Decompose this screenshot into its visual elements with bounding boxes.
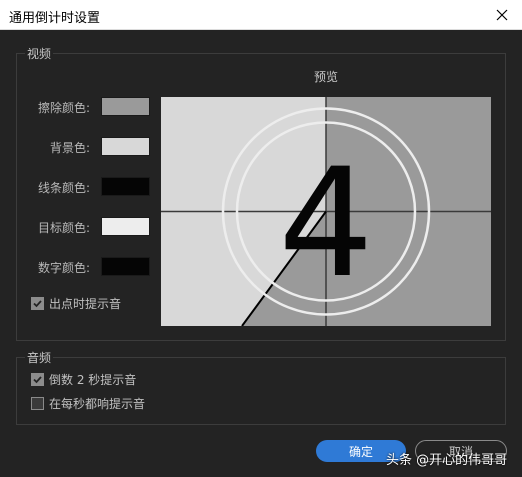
wipe-color-label: 擦除颜色:: [37, 101, 90, 115]
close-icon: [496, 9, 508, 21]
background-color-swatch[interactable]: [101, 137, 150, 156]
target-color-label: 目标颜色:: [37, 221, 90, 235]
line-color-swatch[interactable]: [101, 177, 150, 196]
number-color-swatch[interactable]: [101, 257, 150, 276]
line-color-label: 线条颜色:: [37, 181, 90, 195]
video-group-label: 视频: [25, 45, 54, 62]
window-title: 通用倒计时设置: [9, 11, 101, 26]
target-color-swatch[interactable]: [101, 217, 150, 236]
checkbox-label: 倒数 2 秒提示音: [49, 373, 137, 387]
preview-digit: 4: [278, 137, 373, 311]
background-color-label: 背景色:: [49, 141, 90, 155]
audio-group-label: 音频: [25, 349, 54, 366]
countdown-2-sec-cue-checkbox[interactable]: 倒数 2 秒提示音: [31, 371, 136, 388]
checkbox-box[interactable]: [31, 373, 44, 386]
close-button[interactable]: [482, 0, 522, 30]
audio-group: [16, 357, 506, 425]
checkbox-label: 出点时提示音: [49, 297, 122, 311]
checkmark-icon: [33, 376, 42, 384]
wipe-color-swatch[interactable]: [101, 97, 150, 116]
cue-at-out-point-checkbox[interactable]: 出点时提示音: [31, 295, 121, 312]
checkbox-label: 在每秒都响提示音: [49, 397, 146, 411]
checkbox-box[interactable]: [31, 297, 44, 310]
title-bar: 通用倒计时设置: [0, 0, 522, 30]
preview-label: 预览: [313, 70, 338, 84]
beep-every-second-checkbox[interactable]: 在每秒都响提示音: [31, 395, 145, 412]
checkmark-icon: [33, 300, 42, 308]
watermark-text: 头条 @开心的伟哥哥: [386, 453, 508, 468]
checkbox-box[interactable]: [31, 397, 44, 410]
number-color-label: 数字颜色:: [37, 261, 90, 275]
countdown-preview: 4: [161, 97, 491, 327]
